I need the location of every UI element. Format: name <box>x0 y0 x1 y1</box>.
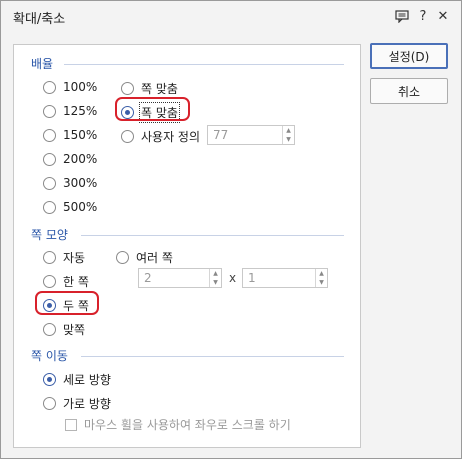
radio-icon[interactable] <box>43 373 56 386</box>
option-label: 여러 쪽 <box>136 251 173 265</box>
option-label: 자동 <box>63 251 86 265</box>
custom-zoom-spinner[interactable]: 77 ▲ ▼ <box>207 125 295 145</box>
cancel-button[interactable]: 취소 <box>370 78 448 104</box>
times-separator: x <box>229 271 237 285</box>
spinner-arrows[interactable]: ▲ ▼ <box>282 126 294 144</box>
multi-page-option[interactable]: 여러 쪽 <box>116 249 173 266</box>
auto-option[interactable]: 자동 <box>43 249 85 266</box>
option-label: 100% <box>63 80 98 94</box>
radio-icon[interactable] <box>121 82 134 95</box>
option-label: 맞쪽 <box>63 323 86 337</box>
custom-zoom-value: 77 <box>213 128 229 142</box>
comment-icon[interactable] <box>391 5 413 27</box>
checkbox-icon[interactable] <box>65 418 77 431</box>
zoom-125-option[interactable]: 125% <box>43 104 97 118</box>
option-label: 세로 방향 <box>63 373 111 387</box>
spread-option[interactable]: 맞쪽 <box>43 321 85 338</box>
rows-spinner[interactable]: 2 ▲ ▼ <box>138 268 222 288</box>
zoom-section-divider <box>64 64 344 65</box>
horizontal-option[interactable]: 가로 방향 <box>43 395 111 412</box>
radio-icon[interactable] <box>43 251 56 264</box>
page-shape-section-divider <box>81 235 344 236</box>
cols-spinner[interactable]: 1 ▲ ▼ <box>242 268 328 288</box>
radio-icon[interactable] <box>43 104 56 118</box>
zoom-section-label: 배율 <box>31 57 54 71</box>
option-label: 쪽 맞춤 <box>141 82 178 96</box>
zoom-100-option[interactable]: 100% <box>43 80 97 94</box>
dialog-title: 확대/축소 <box>13 12 66 27</box>
radio-icon[interactable] <box>43 323 56 336</box>
help-button[interactable]: ? <box>412 5 434 27</box>
radio-icon[interactable] <box>43 176 56 190</box>
vertical-option[interactable]: 세로 방향 <box>43 371 111 388</box>
zoom-200-option[interactable]: 200% <box>43 152 97 166</box>
radio-icon[interactable] <box>43 128 56 142</box>
wheel-scroll-checkbox[interactable]: 마우스 휠을 사용하여 좌우로 스크롤 하기 <box>65 416 291 433</box>
spinner-arrows[interactable]: ▲ ▼ <box>209 269 221 287</box>
radio-icon[interactable] <box>43 200 56 214</box>
zoom-150-option[interactable]: 150% <box>43 128 97 142</box>
title-bar: 확대/축소 ? ✕ <box>1 1 461 31</box>
option-label: 300% <box>63 176 98 190</box>
radio-icon[interactable] <box>43 397 56 410</box>
radio-icon[interactable] <box>116 251 129 264</box>
option-label: 한 쪽 <box>63 275 89 289</box>
radio-icon[interactable] <box>121 130 134 143</box>
option-label: 500% <box>63 200 98 214</box>
rows-value: 2 <box>144 271 152 285</box>
option-label: 가로 방향 <box>63 397 111 411</box>
fit-width-highlight <box>115 97 190 121</box>
page-move-section-label: 쪽 이동 <box>31 349 68 363</box>
two-page-highlight <box>35 291 99 315</box>
cols-value: 1 <box>248 271 256 285</box>
fit-page-option[interactable]: 쪽 맞춤 <box>121 80 178 97</box>
spinner-arrows[interactable]: ▲ ▼ <box>315 269 327 287</box>
option-label: 사용자 정의 <box>141 130 201 144</box>
page-shape-section-label: 쪽 모양 <box>31 228 68 242</box>
ok-button[interactable]: 설정(D) <box>370 43 448 69</box>
single-page-option[interactable]: 한 쪽 <box>43 273 89 290</box>
custom-zoom-option[interactable]: 사용자 정의 <box>121 128 200 145</box>
zoom-500-option[interactable]: 500% <box>43 200 97 214</box>
close-button[interactable]: ✕ <box>432 5 454 27</box>
option-label: 150% <box>63 128 98 142</box>
zoom-dialog: 확대/축소 ? ✕ 설정(D) 취소 배율 100% 125% 150% 200… <box>0 0 462 459</box>
radio-icon[interactable] <box>43 152 56 166</box>
radio-icon[interactable] <box>43 80 56 94</box>
page-move-section-divider <box>81 356 344 357</box>
option-label: 125% <box>63 104 98 118</box>
option-label: 200% <box>63 152 98 166</box>
zoom-300-option[interactable]: 300% <box>43 176 97 190</box>
checkbox-label: 마우스 휠을 사용하여 좌우로 스크롤 하기 <box>84 418 291 432</box>
radio-icon[interactable] <box>43 275 56 288</box>
